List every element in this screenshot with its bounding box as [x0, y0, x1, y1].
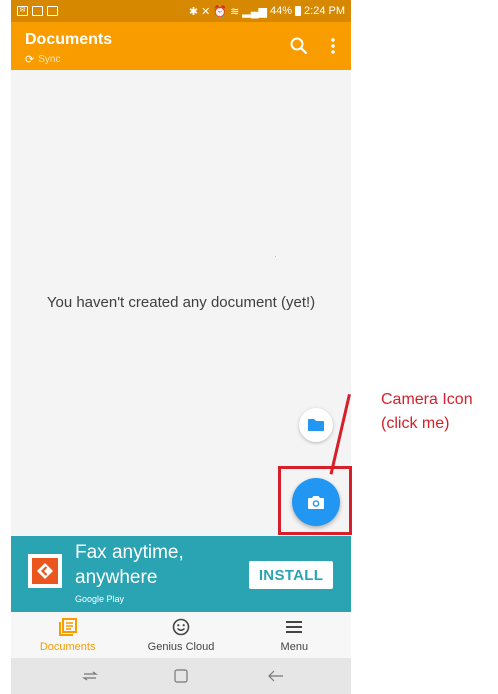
back-icon[interactable] [267, 667, 285, 685]
alarm-icon: ⏰ [213, 5, 228, 18]
battery-percent: 44% [270, 5, 293, 17]
ad-headline-2: anywhere [75, 567, 158, 588]
nav-documents[interactable]: Documents [11, 612, 124, 658]
app-icon [47, 6, 58, 16]
speck [275, 256, 276, 257]
nav-label: Genius Cloud [147, 641, 215, 653]
more-vert-icon[interactable] [327, 36, 339, 56]
annotation-line-1: Camera Icon [381, 391, 473, 408]
empty-state-message: You haven't created any document (yet!) [46, 294, 316, 311]
hamburger-icon [286, 621, 303, 633]
nav-label: Documents [39, 641, 96, 653]
sync-icon: ⟳ [25, 54, 35, 66]
app-bar: Documents ⟳ Sync [11, 22, 351, 70]
nav-label: Menu [280, 641, 309, 653]
documents-icon [58, 618, 77, 636]
nav-menu[interactable]: Menu [238, 612, 351, 658]
status-time: 2:24 PM [304, 5, 345, 17]
nav-genius-cloud[interactable]: Genius Cloud [124, 612, 237, 658]
ad-store-label: Google Play [75, 594, 125, 604]
annotation-label: Camera Icon (click me) [381, 388, 473, 436]
bottom-nav: Documents Genius Cloud Menu [11, 612, 351, 658]
recent-apps-icon[interactable] [81, 667, 99, 685]
annotation-line-2: (click me) [381, 415, 450, 432]
annotation-highlight-box [278, 466, 352, 535]
sync-label: Sync [38, 54, 61, 65]
bluetooth-icon: ✱ [188, 5, 199, 18]
app-icon [32, 6, 43, 16]
signal-icon: ▂▄▆ [242, 5, 267, 18]
search-icon[interactable] [289, 36, 309, 56]
install-button[interactable]: INSTALL [249, 561, 333, 589]
system-nav-bar [11, 658, 351, 694]
mute-icon: ✕ [201, 5, 211, 18]
folder-fab-button[interactable] [299, 408, 333, 442]
home-icon[interactable] [172, 667, 190, 685]
sync-button[interactable]: ⟳ Sync [25, 53, 60, 66]
phone-screen: ✉ ✱ ✕ ⏰ ≋ ▂▄▆ 44% 2:24 PM Documents ⟳ Sy… [11, 0, 351, 694]
wifi-icon: ≋ [230, 5, 240, 18]
ad-banner[interactable]: Fax anytime, anywhere Google Play INSTAL… [11, 536, 351, 612]
ad-headline-1: Fax anytime, [75, 542, 184, 563]
smiley-icon [172, 618, 190, 636]
mail-icon: ✉ [17, 6, 28, 16]
ad-app-logo [28, 554, 62, 588]
status-bar: ✉ ✱ ✕ ⏰ ≋ ▂▄▆ 44% 2:24 PM [11, 0, 351, 22]
folder-icon [308, 419, 324, 431]
page-title: Documents [25, 31, 113, 48]
fax-logo-icon [37, 563, 53, 579]
battery-icon [295, 6, 302, 16]
